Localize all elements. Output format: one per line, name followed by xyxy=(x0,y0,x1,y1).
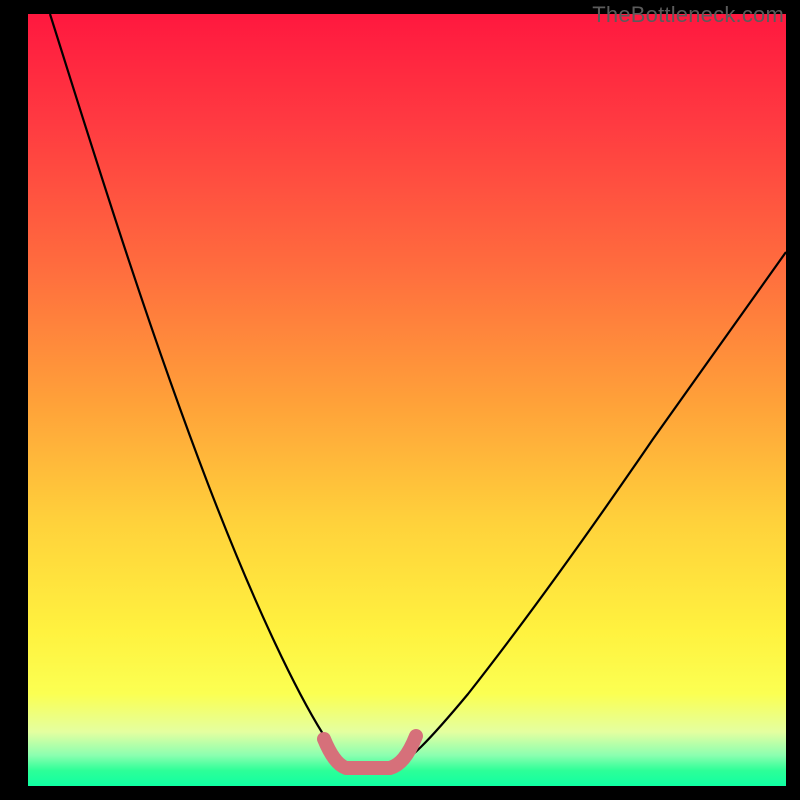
watermark-text: TheBottleneck.com xyxy=(592,2,784,28)
plot-area xyxy=(28,14,786,786)
chart-frame: TheBottleneck.com xyxy=(0,0,800,800)
left-curve xyxy=(50,14,351,767)
floor-segment xyxy=(324,736,416,768)
right-curve xyxy=(394,252,786,767)
chart-svg xyxy=(28,14,786,786)
